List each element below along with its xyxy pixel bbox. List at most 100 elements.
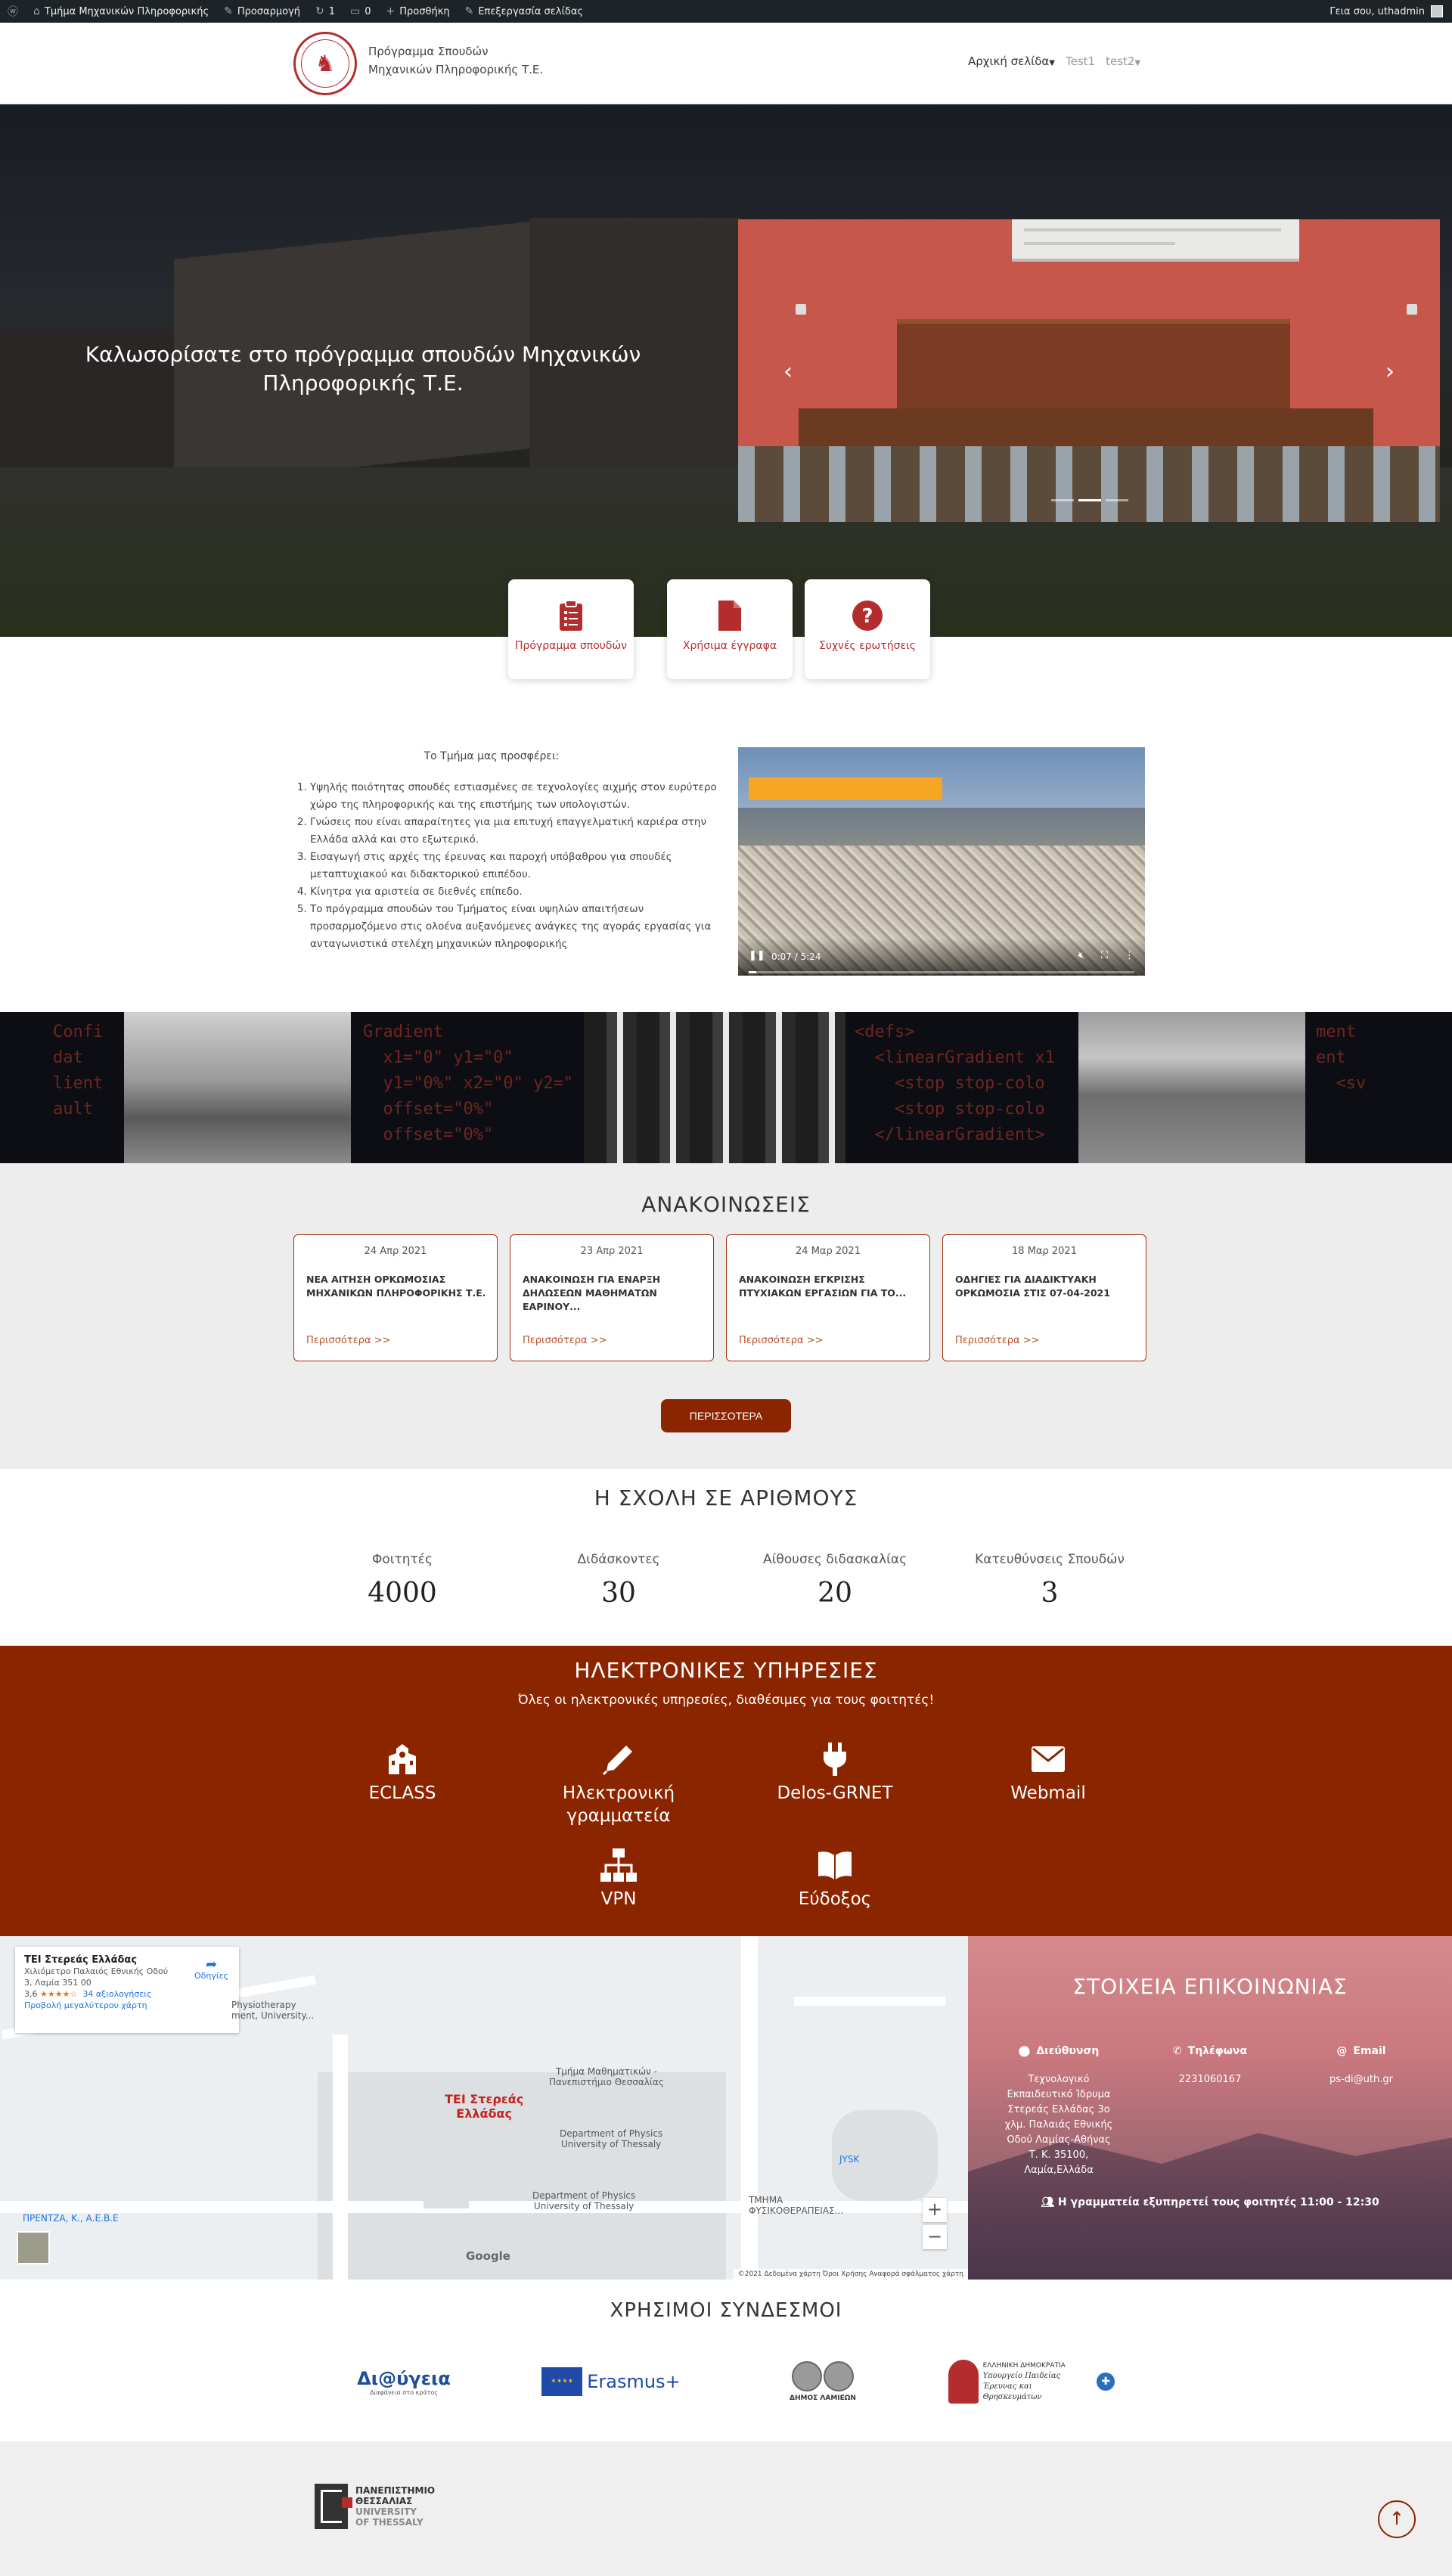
nav-home[interactable]: Αρχική σελίδα▼ — [968, 54, 1055, 68]
map-label-physio-dept[interactable]: ΤΜΗΜΑ ΦΥΣΙΚΟΘΕΡΑΠΕΙΑΣ... — [749, 2195, 843, 2216]
mute-icon[interactable]: 🔇︎ — [1078, 950, 1084, 961]
site-brand[interactable]: Πρόγραμμα Σπουδών Μηχανικών Πληροφορικής… — [368, 42, 595, 79]
announcement-card[interactable]: 24 Μαρ 2021 ΑΝΑΚΟΙΝΩΣΗ ΕΓΚΡΙΣΗΣ ΠΤΥΧΙΑΚΩ… — [726, 1234, 930, 1361]
back-to-top-button[interactable]: ↑ — [1378, 2500, 1416, 2538]
stat-label: Κατευθύνσεις Σπουδών — [975, 1552, 1125, 1567]
slider-indicator[interactable] — [1051, 499, 1074, 501]
contact-phone-label: Τηλέφωνα — [1187, 2045, 1248, 2057]
service-eudoxus[interactable]: Εύδοξος — [752, 1848, 918, 1910]
admin-edit-link[interactable]: ✎ Επεξεργασία σελίδας — [458, 0, 591, 23]
announcement-card[interactable]: 18 Μαρ 2021 ΟΔΗΓΙΕΣ ΓΙΑ ΔΙΑΔΙΚΤΥΑΚΗ ΟΡΚΩ… — [942, 1234, 1146, 1361]
promo-video[interactable]: ❚❚ 0:07 / 5:24 🔇︎ ⛶ ⋮ — [738, 747, 1145, 976]
ministry-emblem-icon — [948, 2360, 979, 2404]
map-reviews-link[interactable]: 34 αξιολογήσεις — [82, 1989, 151, 1999]
ministry-logo-line-1: ΕΛΛΗΝΙΚΗ ΔΗΜΟΚΡΑΤΙΑ — [982, 2362, 1066, 2370]
announcement-more-link[interactable]: Περισσότερα >> — [523, 1335, 607, 1346]
contact-email-address[interactable]: ps-di@uth.gr — [1286, 2072, 1437, 2087]
wordpress-menu[interactable]: ⓦ — [0, 0, 26, 23]
university-logo[interactable]: ♞ — [293, 32, 357, 95]
larger-map-link[interactable]: Προβολή μεγαλύτερου χάρτη — [24, 2000, 147, 2010]
image-slider[interactable]: ‹ › — [738, 219, 1440, 522]
nav-test1[interactable]: Test1 — [1066, 54, 1095, 68]
service-label: VPN — [600, 1889, 637, 1909]
admin-account[interactable]: Γεια σου, uthadmin — [1329, 5, 1452, 17]
announcement-more-link[interactable]: Περισσότερα >> — [739, 1335, 823, 1346]
fullscreen-icon[interactable]: ⛶ — [1101, 950, 1108, 961]
quick-link-label: Συχνές ερωτήσεις — [819, 640, 916, 652]
coin-icon — [792, 2361, 854, 2391]
services-title: ΗΛΕΚΤΡΟΝΙΚΕΣ ΥΠΗΡΕΣΙΕΣ — [574, 1658, 878, 1683]
satellite-toggle[interactable] — [17, 2231, 50, 2264]
admin-new-link[interactable]: + Προσθήκη — [379, 0, 458, 23]
zoom-out-icon[interactable]: − — [923, 2225, 947, 2249]
diavgeia-logo[interactable]: Δι@ύγεια Διαφάνεια στο κράτος — [357, 2355, 451, 2408]
contact-section: ΣΤΟΙΧΕΙΑ ΕΠΙΚΟΙΝΩΝΙΑΣ ⬤ Διεύθυνση Τεχνολο… — [968, 1936, 1452, 2280]
service-label: Webmail — [1010, 1783, 1086, 1803]
quick-link-curriculum[interactable]: Πρόγραμμα σπουδών — [508, 579, 634, 679]
user-clock-icon: 👥︎ — [1041, 2196, 1058, 2208]
nav-test2[interactable]: test2▼ — [1106, 54, 1140, 68]
contact-phone-number[interactable]: 2231060167 — [1134, 2072, 1286, 2087]
announcement-date: 24 Απρ 2021 — [364, 1246, 427, 1257]
directions-button[interactable]: ➦ Οδηγίες — [194, 1957, 228, 1982]
university-of-thessaly-logo[interactable]: ΠΑΝΕΠΙΣΤΗΜΙΟ ΘΕΣΣΑΛΙΑΣ UNIVERSITY OF THE… — [315, 2484, 435, 2529]
service-secretariat[interactable]: Ηλεκτρονική γραμματεία — [535, 1743, 702, 1827]
announcement-title: ΟΔΗΓΙΕΣ ΓΙΑ ΔΙΑΔΙΚΤΥΑΚΗ ΟΡΚΩΜΟΣΙΑ ΣΤΙΣ 0… — [955, 1274, 1110, 1299]
map-label-jysk[interactable]: JYSK — [839, 2154, 859, 2165]
quick-link-documents[interactable]: Χρήσιμα έγγραφα — [667, 579, 793, 679]
map-label-physio[interactable]: Physiotherapy ment, University... — [231, 2000, 314, 2021]
service-label: Ηλεκτρονική γραμματεία — [562, 1783, 675, 1826]
admin-site-link[interactable]: ⌂ Τμήμα Μηχανικών Πληροφορικής — [26, 0, 216, 23]
home-icon: ⌂ — [33, 5, 40, 17]
erasmus-logo[interactable]: ✶✶✶✶ Erasmus+ — [535, 2355, 687, 2408]
list-item: Εισαγωγή στις αρχές της έρευνας και παρο… — [310, 849, 718, 883]
announcement-title: ΑΝΑΚΟΙΝΩΣΗ ΓΙΑ ΕΝΑΡΞΗ ΔΗΛΩΣΕΩΝ ΜΑΘΗΜΑΤΩΝ… — [523, 1274, 661, 1312]
video-progress-bar[interactable] — [749, 971, 1134, 973]
announcement-more-link[interactable]: Περισσότερα >> — [955, 1335, 1039, 1346]
directions-icon: ➦ — [205, 1957, 218, 1972]
announcement-card[interactable]: 24 Απρ 2021 ΝΕΑ ΑΙΤΗΣΗ ΟΡΚΩΜΟΣΙΑΣ ΜΗΧΑΝΙ… — [293, 1234, 498, 1361]
slider-indicator[interactable] — [1106, 499, 1128, 501]
service-eclass[interactable]: ECLASS — [319, 1743, 486, 1805]
quick-link-faq[interactable]: ? Συχνές ερωτήσεις — [805, 579, 930, 679]
admin-updates-link[interactable]: ↻ 1 — [308, 0, 343, 23]
map-attribution[interactable]: ©2021 Δεδομένα χάρτη Όροι Χρήσης Αναφορά… — [733, 2269, 968, 2280]
brush-icon: ✎ — [224, 5, 233, 17]
slider-prev-icon[interactable]: ‹ — [783, 358, 793, 385]
lamia-logo[interactable]: ΔΗΜΟΣ ΛΑΜΙΕΩΝ — [777, 2355, 868, 2408]
ministry-logo[interactable]: ΕΛΛΗΝΙΚΗ ΔΗΜΟΚΡΑΤΙΑ Υπουργείο Παιδείας Έ… — [948, 2355, 1115, 2408]
video-time: 0:07 / 5:24 — [771, 951, 821, 962]
service-delos[interactable]: Delos-GRNET — [752, 1743, 918, 1805]
google-map[interactable]: ΤΕΙ Στερεάς Ελλάδας Χιλιόμετρο Παλαιός Ε… — [0, 1936, 968, 2280]
announcement-card[interactable]: 23 Απρ 2021 ΑΝΑΚΟΙΝΩΣΗ ΓΙΑ ΕΝΑΡΞΗ ΔΗΛΩΣΕ… — [510, 1234, 714, 1361]
map-label-physics-2[interactable]: Department of Physics University of Thes… — [532, 2190, 635, 2211]
map-building — [424, 2178, 469, 2208]
announcement-more-link[interactable]: Περισσότερα >> — [306, 1335, 390, 1346]
accessibility-icon[interactable]: ✚ — [1097, 2373, 1115, 2391]
slider-next-icon[interactable]: › — [1385, 358, 1395, 385]
plug-icon — [752, 1743, 918, 1776]
slide-chairs — [738, 446, 1440, 522]
slider-indicator[interactable] — [1078, 499, 1101, 501]
pen-icon — [535, 1743, 702, 1776]
service-vpn[interactable]: VPN — [535, 1848, 702, 1910]
contact-hours-text: Η γραμματεία εξυπηρετεί τους φοιτητές 11… — [1057, 2196, 1379, 2208]
more-announcements-button[interactable]: ΠΕΡΙΣΣΟΤΕΡΑ — [661, 1399, 791, 1432]
map-label-prentza[interactable]: ΠΡΕΝΤΖΑ, Κ., Α.Ε.Β.Ε — [23, 2213, 119, 2224]
admin-comments-link[interactable]: ▭ 0 — [343, 0, 379, 23]
stat-students: Φοιτητές 4000 — [304, 1552, 501, 1609]
pause-icon[interactable]: ❚❚ — [749, 950, 765, 961]
services-subtitle: Όλες οι ηλεκτρονικές υπηρεσίες, διαθέσιμ… — [517, 1693, 935, 1708]
service-webmail[interactable]: Webmail — [965, 1743, 1131, 1805]
map-label-physics-1[interactable]: Department of Physics University of Thes… — [560, 2128, 662, 2149]
zoom-in-icon[interactable]: + — [923, 2198, 947, 2222]
city-photo — [1078, 1012, 1305, 1163]
map-label-math[interactable]: Τμήμα Μαθηματικών - Πανεπιστήμιο Θεσσαλί… — [549, 2066, 664, 2087]
admin-customize-link[interactable]: ✎ Προσαρμογή — [216, 0, 308, 23]
site-footer: ΠΑΝΕΠΙΣΤΗΜΙΟ ΘΕΣΣΑΛΙΑΣ UNIVERSITY OF THE… — [0, 2441, 1452, 2576]
map-label-tei[interactable]: ΤΕΙ Στερεάς Ελλάδας — [445, 2092, 523, 2121]
more-options-icon[interactable]: ⋮ — [1125, 950, 1134, 961]
lamia-logo-text: ΔΗΜΟΣ ΛΑΜΙΕΩΝ — [790, 2394, 856, 2402]
stat-label: Αίθουσες διδασκαλίας — [762, 1552, 908, 1567]
pencil-icon: ✎ — [464, 5, 474, 17]
